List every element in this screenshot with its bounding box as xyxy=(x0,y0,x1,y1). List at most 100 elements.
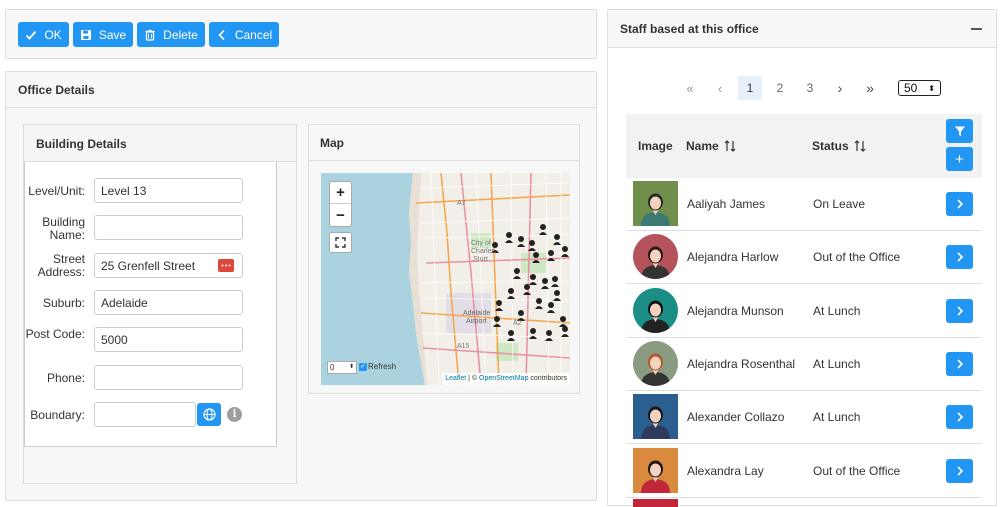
column-status-label: Status xyxy=(812,139,849,153)
osm-link[interactable]: OpenStreetMap xyxy=(479,375,528,382)
chevron-right-icon xyxy=(956,199,963,209)
building-details-container: Building Details Level/Unit: Level 13 Bu… xyxy=(23,124,297,484)
column-status-header[interactable]: Status xyxy=(812,139,866,153)
table-row: Alejandra Harlow Out of the Office xyxy=(626,231,982,285)
address-lookup-icon[interactable] xyxy=(218,259,234,272)
boundary-input[interactable] xyxy=(94,402,196,427)
chevron-right-icon xyxy=(956,252,963,262)
avatar xyxy=(633,340,678,386)
table-row: Alejandra Munson At Lunch xyxy=(626,285,982,338)
map-title: Map xyxy=(309,125,579,161)
first-page-button[interactable]: « xyxy=(678,76,702,100)
phone-label: Phone: xyxy=(46,371,85,385)
delete-label: Delete xyxy=(163,27,198,42)
suburb-input[interactable]: Adelaide xyxy=(94,290,243,315)
chevron-right-icon xyxy=(956,412,963,422)
page-3-button[interactable]: 3 xyxy=(798,76,822,100)
page-size-value: 50 xyxy=(904,81,918,95)
staff-table-header: Image Name Status + xyxy=(626,114,982,178)
pagination: « ‹ 1 2 3 › » 50 ⬍ xyxy=(678,75,941,101)
refresh-toggle[interactable]: ✓ Refresh xyxy=(359,362,396,371)
building-name-label: Building Name: xyxy=(42,215,85,242)
staff-name: Alejandra Munson xyxy=(687,303,784,318)
avatar xyxy=(633,447,678,493)
map-place-label: Sturt xyxy=(473,256,488,263)
page-1-button[interactable]: 1 xyxy=(738,76,762,100)
ok-label: OK xyxy=(44,27,62,42)
refresh-interval-input[interactable]: 0 ⬍ xyxy=(327,361,357,374)
table-row: Aaliyah James On Leave xyxy=(626,178,982,231)
map-place-label: Charles xyxy=(471,248,496,255)
map-road-label: A2 xyxy=(513,320,522,327)
attribution-separator: | © xyxy=(466,375,480,382)
staff-status: On Leave xyxy=(813,197,866,211)
page-size-select[interactable]: 50 ⬍ xyxy=(898,80,941,96)
spinner-icon: ⬍ xyxy=(348,364,354,370)
zoom-in-button[interactable]: + xyxy=(330,182,351,204)
staff-name: Alejandra Harlow xyxy=(687,250,779,265)
map-attribution: Leaflet | © OpenStreetMap contributors xyxy=(442,373,570,385)
prev-page-button[interactable]: ‹ xyxy=(708,76,732,100)
map-card: Map City of Charles Sturt Adelaide Airpo… xyxy=(308,124,580,394)
office-details-panel: Office Details Building Details Level/Un… xyxy=(5,71,597,501)
building-details-card: Building Details Level/Unit: Level 13 Bu… xyxy=(24,125,296,447)
map-view[interactable]: City of Charles Sturt Adelaide Airport A… xyxy=(321,173,570,385)
phone-input[interactable] xyxy=(94,365,243,390)
refresh-interval-value: 0 xyxy=(330,363,335,372)
map-place-label: Adelaide xyxy=(463,310,490,317)
globe-icon[interactable] xyxy=(197,403,221,426)
plus-icon: + xyxy=(955,150,964,168)
avatar xyxy=(633,181,678,226)
open-staff-button[interactable] xyxy=(946,351,973,376)
cancel-button[interactable]: Cancel xyxy=(209,22,279,47)
refresh-checkbox[interactable]: ✓ xyxy=(359,362,367,371)
floppy-disk-icon xyxy=(80,29,91,40)
add-staff-button[interactable]: + xyxy=(946,147,973,171)
zoom-out-button[interactable]: − xyxy=(330,204,351,226)
map-place-label: City of xyxy=(471,240,491,247)
staff-status: Out of the Office xyxy=(813,463,901,478)
staff-status: At Lunch xyxy=(813,410,861,425)
post-code-input[interactable]: 5000 xyxy=(94,327,243,352)
fullscreen-button[interactable] xyxy=(329,232,352,253)
delete-button[interactable]: Delete xyxy=(137,22,205,47)
save-button[interactable]: Save xyxy=(73,22,133,47)
minus-icon[interactable] xyxy=(971,28,982,30)
table-row: Alejandra Rosenthal At Lunch xyxy=(626,338,982,391)
boundary-label: Boundary: xyxy=(30,408,85,422)
trash-icon xyxy=(145,29,155,41)
table-row: Alexander Collazo At Lunch xyxy=(626,391,982,445)
staff-name: Aaliyah James xyxy=(687,197,766,211)
map-tiles: City of Charles Sturt Adelaide Airport A… xyxy=(409,173,570,385)
open-staff-button[interactable] xyxy=(946,192,973,216)
map-road-label: A7 xyxy=(457,200,466,207)
filter-icon xyxy=(954,126,965,136)
leaflet-link[interactable]: Leaflet xyxy=(445,375,466,382)
column-name-header[interactable]: Name xyxy=(686,139,736,153)
post-code-label: Post Code: xyxy=(25,327,85,341)
level-input[interactable]: Level 13 xyxy=(94,178,243,203)
next-page-button[interactable]: › xyxy=(828,76,852,100)
last-page-button[interactable]: » xyxy=(858,76,882,100)
filter-button[interactable] xyxy=(946,119,973,143)
save-label: Save xyxy=(98,27,127,42)
fullscreen-icon xyxy=(335,237,346,248)
sort-icon xyxy=(854,140,866,152)
avatar xyxy=(633,394,678,440)
building-name-input[interactable] xyxy=(94,215,243,240)
map-place-label: Airport xyxy=(466,318,487,325)
staff-panel-title: Staff based at this office xyxy=(608,10,996,48)
zoom-control: + − xyxy=(329,181,352,227)
level-label: Level/Unit: xyxy=(28,184,85,198)
open-staff-button[interactable] xyxy=(946,458,973,483)
check-icon xyxy=(26,30,37,40)
ok-button[interactable]: OK xyxy=(18,22,69,47)
open-staff-button[interactable] xyxy=(946,298,973,323)
toolbar: OK Save Delete Cancel xyxy=(5,9,597,59)
page-2-button[interactable]: 2 xyxy=(768,76,792,100)
open-staff-button[interactable] xyxy=(946,245,973,270)
suburb-label: Suburb: xyxy=(42,296,85,310)
select-arrows-icon: ⬍ xyxy=(928,83,935,93)
info-icon[interactable]: i xyxy=(227,407,242,422)
open-staff-button[interactable] xyxy=(946,405,973,430)
